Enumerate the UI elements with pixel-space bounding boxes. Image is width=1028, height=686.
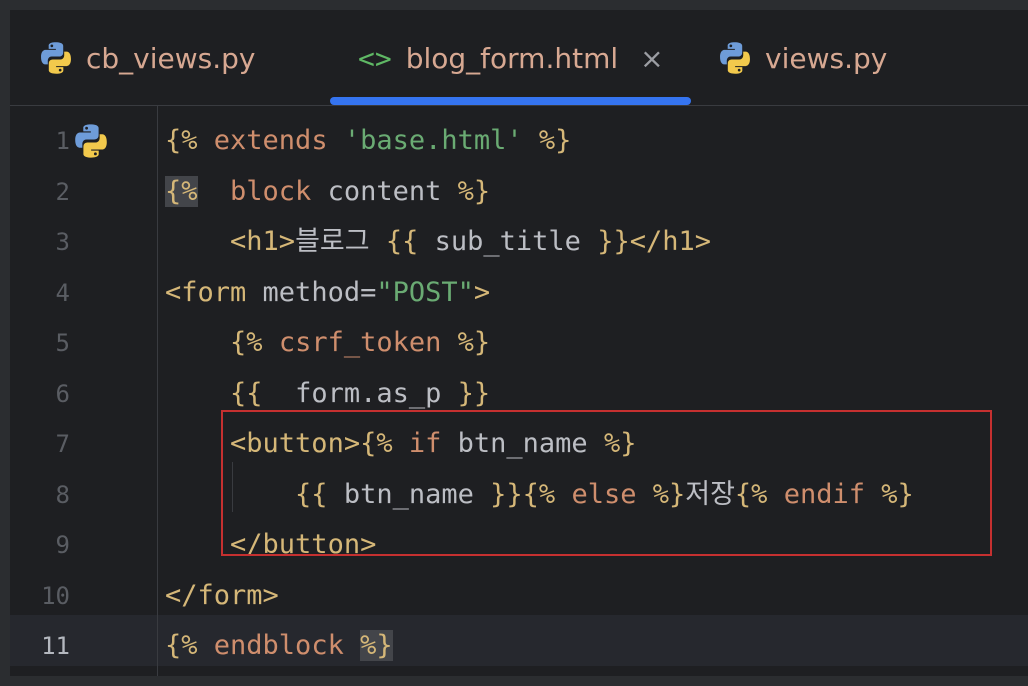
code-line[interactable]: {% block content %} (165, 167, 490, 217)
tab-bar: cb_views.py <> blog_form.html × views.py (10, 10, 1028, 106)
code-token: <form (165, 277, 263, 308)
code-line[interactable]: </form> (165, 571, 279, 621)
code-line[interactable]: {% endblock %} (165, 621, 393, 671)
tab-views[interactable]: views.py (717, 10, 887, 106)
highlight-box (221, 410, 992, 556)
html-icon: <> (358, 41, 392, 75)
code-token: %} (522, 125, 572, 156)
code-token: block (230, 176, 328, 207)
code-token: }} (597, 226, 630, 257)
tab-label: cb_views.py (86, 41, 256, 75)
code-token: <h1> (230, 226, 296, 257)
python-icon (38, 40, 74, 76)
code-token: method= (262, 277, 377, 308)
code-token: 'base.html' (343, 125, 523, 156)
editor-window: cb_views.py <> blog_form.html × views.py… (10, 10, 1028, 676)
code-token: form.as_p (295, 378, 458, 409)
code-token: %} (457, 176, 491, 207)
code-token: </h1> (629, 226, 711, 257)
code-token: "POST" (376, 277, 474, 308)
code-token: content (327, 176, 458, 207)
code-token: {{ (385, 226, 435, 257)
code-token: {% (165, 125, 214, 156)
code-token: }} (457, 378, 491, 409)
code-token: extends (213, 125, 344, 156)
code-token: %} (360, 630, 393, 661)
code-line[interactable]: <form method="POST"> (165, 268, 490, 318)
code-token: %} (457, 327, 491, 358)
code-token: sub_title (434, 226, 598, 257)
code-token: {{ (230, 378, 296, 409)
tab-blog-form[interactable]: <> blog_form.html × (358, 10, 664, 106)
code-token: 블로그 (295, 226, 386, 257)
code-area[interactable]: {% extends 'base.html' %} {% block conten… (10, 106, 1028, 676)
code-line[interactable]: <h1>블로그 {{ sub_title }}</h1> (165, 217, 711, 267)
tab-label: blog_form.html (405, 41, 619, 75)
code-token: {% (230, 327, 279, 358)
code-token: > (473, 277, 491, 308)
close-icon[interactable]: × (640, 42, 663, 75)
code-token: {% (165, 176, 198, 207)
code-line[interactable]: {% extends 'base.html' %} (165, 116, 571, 166)
python-icon (717, 40, 753, 76)
code-token: </form> (165, 580, 279, 611)
code-line[interactable]: {% csrf_token %} (165, 318, 490, 368)
code-token: {% (165, 630, 214, 661)
tab-label: views.py (765, 41, 888, 75)
active-tab-indicator (330, 97, 691, 105)
code-token: csrf_token (278, 327, 458, 358)
code-token: endblock (213, 630, 361, 661)
tab-cb-views[interactable]: cb_views.py (38, 10, 255, 106)
